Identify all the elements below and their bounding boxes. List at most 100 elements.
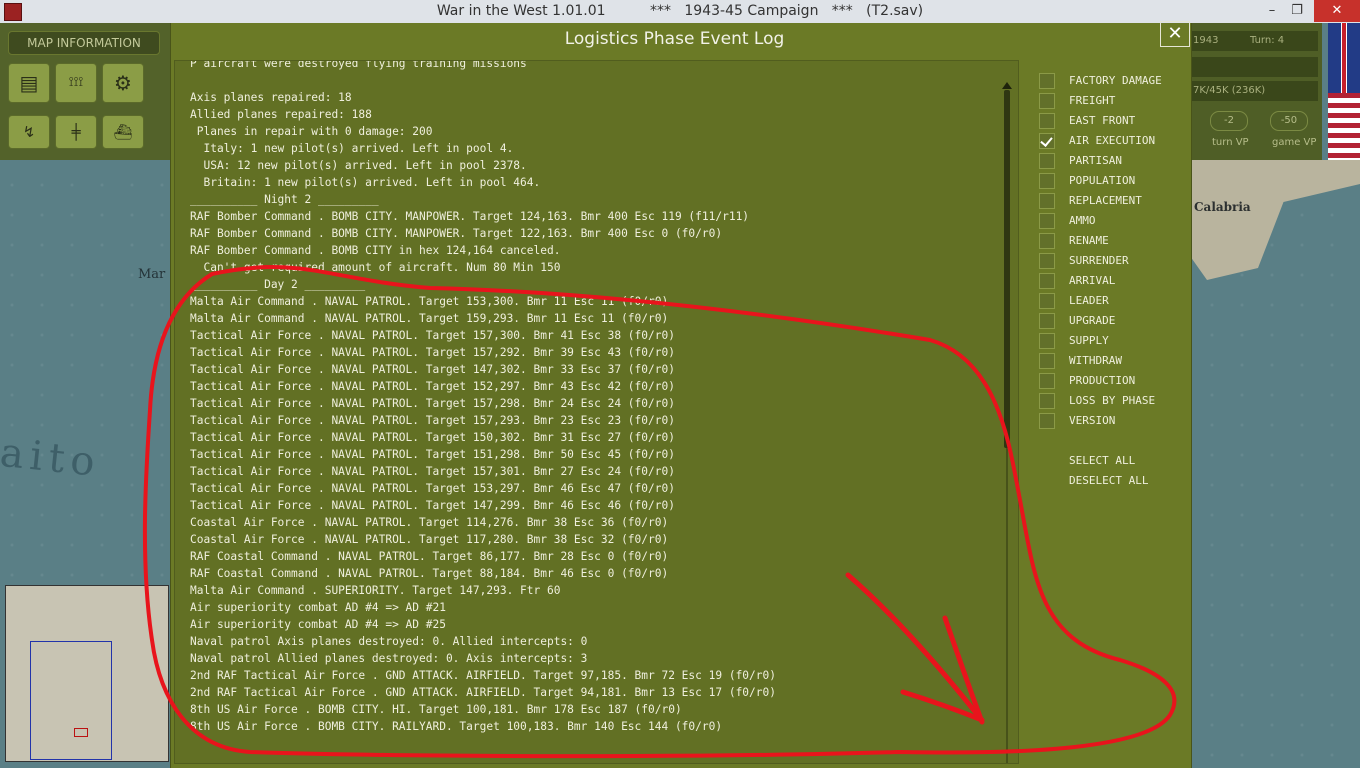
filter-item-surrender[interactable]: SURRENDER [1037,252,1187,272]
filter-item-east-front[interactable]: EAST FRONT [1037,112,1187,132]
units-icon[interactable]: ⟟⟟⟟ [55,63,97,103]
filter-checkbox[interactable] [1039,393,1055,409]
filter-label: EAST FRONT [1069,114,1136,127]
filter-item-factory-damage[interactable]: FACTORY DAMAGE [1037,72,1187,92]
log-scrollbar[interactable] [1002,82,1012,763]
restore-button[interactable]: ❐ [1279,0,1315,22]
log-line: P aircraft were destroyed flying trainin… [190,60,527,70]
log-line: RAF Bomber Command . BOMB CITY. MANPOWER… [190,227,723,240]
filter-item-air-execution[interactable]: AIR EXECUTION [1037,132,1187,152]
scroll-up-arrow-icon[interactable] [1002,82,1012,89]
log-line: USA: 12 new pilot(s) arrived. Left in po… [190,159,527,172]
dialog-close-button[interactable]: ✕ [1160,21,1190,47]
filter-checkbox[interactable] [1039,233,1055,249]
log-line: Tactical Air Force . NAVAL PATROL. Targe… [190,414,675,427]
log-line: Tactical Air Force . NAVAL PATROL. Targe… [190,363,675,376]
log-line: Britain: 1 new pilot(s) arrived. Left in… [190,176,541,189]
tank-icon[interactable]: ▤ [8,63,50,103]
filter-item-replacement[interactable]: REPLACEMENT [1037,192,1187,212]
log-line: __________ Night 2 _________ [190,193,379,206]
checkmark-icon [1040,134,1053,147]
minimap-viewport[interactable] [30,641,112,760]
close-window-button[interactable]: ✕ [1314,0,1360,22]
game-vp-value: -50 [1270,111,1308,131]
log-line: Coastal Air Force . NAVAL PATROL. Target… [190,533,669,546]
filter-item-ammo[interactable]: AMMO [1037,212,1187,232]
date-field: 1943 Turn: 4 [1190,31,1318,51]
filter-item-supply[interactable]: SUPPLY [1037,332,1187,352]
filter-label: VERSION [1069,414,1116,427]
log-line: Naval patrol Allied planes destroyed: 0.… [190,652,588,665]
log-line: Malta Air Command . SUPERIORITY. Target … [190,584,561,597]
filter-item-production[interactable]: PRODUCTION [1037,372,1187,392]
filter-item-population[interactable]: POPULATION [1037,172,1187,192]
filter-checkbox[interactable] [1039,373,1055,389]
filter-checkbox[interactable] [1039,313,1055,329]
filter-checkbox[interactable] [1039,273,1055,289]
log-line: 2nd RAF Tactical Air Force . GND ATTACK.… [190,669,776,682]
scroll-thumb[interactable] [1004,90,1010,448]
right-info-panel: 1943 Turn: 4 7K/45K (236K) -2 -50 turn V… [1190,23,1322,160]
filter-checkbox[interactable] [1039,153,1055,169]
log-line: Italy: 1 new pilot(s) arrived. Left in p… [190,142,514,155]
log-line: RAF Coastal Command . NAVAL PATROL. Targ… [190,567,669,580]
filter-checkbox[interactable] [1039,333,1055,349]
log-line: Allied planes repaired: 188 [190,108,372,121]
filter-item-withdraw[interactable]: WITHDRAW [1037,352,1187,372]
left-toolbar: MAP INFORMATION ▤ ⟟⟟⟟ ⚙ ↯ ╪ ⛴ [0,23,171,160]
railway-icon[interactable]: ╪ [55,115,97,149]
mini-map[interactable] [5,585,169,762]
filter-item-leader[interactable]: LEADER [1037,292,1187,312]
log-line: Malta Air Command . NAVAL PATROL. Target… [190,295,669,308]
filter-checkbox[interactable] [1039,353,1055,369]
manpower-field: 7K/45K (236K) [1190,81,1318,101]
window-title-bar: War in the West 1.01.01 *** 1943-45 Camp… [0,0,1360,24]
event-log-list[interactable]: P aircraft were destroyed flying trainin… [174,60,1019,764]
filter-checkbox[interactable] [1039,113,1055,129]
filter-checkbox[interactable] [1039,193,1055,209]
filter-label: AIR EXECUTION [1069,134,1156,147]
map-information-tab[interactable]: MAP INFORMATION [8,31,160,55]
filter-label: SUPPLY [1069,334,1109,347]
ships-icon[interactable]: ⛴ [102,115,144,149]
filter-panel: FACTORY DAMAGE FREIGHT EAST FRONT AIR EXECU… [1021,60,1189,762]
log-line: Can't get required amount of aircraft. N… [190,261,561,274]
filter-item-rename[interactable]: RENAME [1037,232,1187,252]
log-line: __________ Day 2 _________ [190,278,366,291]
filter-checkbox[interactable] [1039,173,1055,189]
log-line: Tactical Air Force . NAVAL PATROL. Targe… [190,499,675,512]
info-field [1190,57,1318,77]
filter-label: FACTORY DAMAGE [1069,74,1162,87]
filter-item-version[interactable]: VERSION [1037,412,1187,432]
filter-checkbox[interactable] [1039,133,1055,149]
log-line: 8th US Air Force . BOMB CITY. HI. Target… [190,703,682,716]
filter-checkbox[interactable] [1039,73,1055,89]
filter-checkbox[interactable] [1039,253,1055,269]
log-line: 8th US Air Force . BOMB CITY. RAILYARD. … [190,720,723,733]
filter-item-loss-by-phase[interactable]: LOSS BY PHASE [1037,392,1187,412]
log-line: Coastal Air Force . NAVAL PATROL. Target… [190,516,669,529]
map-region-label: Calabria [1194,200,1251,214]
log-line: Tactical Air Force . NAVAL PATROL. Targe… [190,380,675,393]
minimap-marker [74,728,88,737]
select-all-button[interactable]: SELECT ALL [1069,454,1135,467]
deselect-all-button[interactable]: DESELECT ALL [1069,474,1148,487]
log-line: Tactical Air Force . NAVAL PATROL. Targe… [190,329,675,342]
filter-item-upgrade[interactable]: UPGRADE [1037,312,1187,332]
game-vp-label: game VP [1272,137,1317,148]
filter-checkbox[interactable] [1039,293,1055,309]
filter-label: LOSS BY PHASE [1069,394,1156,407]
log-line: RAF Coastal Command . NAVAL PATROL. Targ… [190,550,669,563]
aircraft-icon[interactable]: ↯ [8,115,50,149]
gear-icon[interactable]: ⚙ [102,63,144,103]
log-line: Tactical Air Force . NAVAL PATROL. Targe… [190,465,675,478]
filter-checkbox[interactable] [1039,93,1055,109]
filter-item-freight[interactable]: FREIGHT [1037,92,1187,112]
filter-checkbox[interactable] [1039,413,1055,429]
filter-checkbox[interactable] [1039,213,1055,229]
filter-item-arrival[interactable]: ARRIVAL [1037,272,1187,292]
filter-item-partisan[interactable]: PARTISAN [1037,152,1187,172]
turn-vp-label: turn VP [1212,137,1249,148]
log-line: Air superiority combat AD #4 => AD #21 [190,601,446,614]
